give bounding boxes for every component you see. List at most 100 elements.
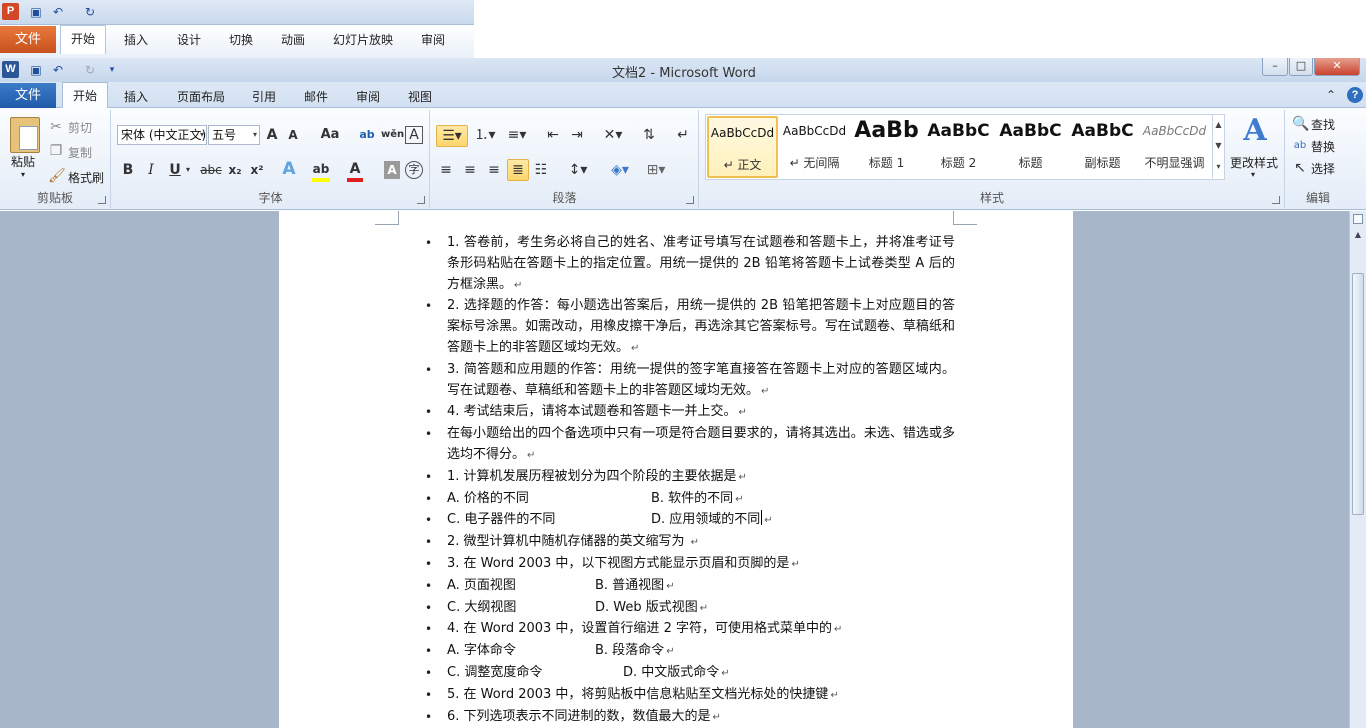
underline-dropdown-icon[interactable]: ▾ [183,161,193,179]
justify-button[interactable]: ≣ [507,159,529,181]
word-icon[interactable]: W [2,61,19,78]
ppt-tab-insert[interactable]: 插入 [124,31,148,48]
change-styles-icon[interactable]: A [1238,114,1272,148]
format-painter-icon[interactable]: 🖌 [48,167,66,185]
bold-button[interactable]: B [120,161,136,179]
document-paragraph[interactable]: • C. 电子器件的不同 D. 应用领域的不同 ↵ [425,510,955,532]
paste-icon[interactable] [10,117,40,153]
document-paragraph[interactable]: • A. 页面视图 B. 普通视图 ↵ [425,576,955,598]
gallery-up-icon[interactable]: ▲ [1212,115,1224,136]
tab-references[interactable]: 引用 [252,88,276,105]
change-styles-dropdown-icon[interactable]: ▾ [1251,170,1255,179]
replace-icon[interactable]: ab [1292,137,1308,155]
enclose-characters-button[interactable]: 字 [405,161,423,179]
ppt-tab-transitions[interactable]: 切换 [229,31,253,48]
redo-icon[interactable]: ↻ [82,4,98,20]
bullets-button[interactable]: ☰▾ [436,125,468,147]
document-page[interactable]: • 1. 答卷前，考生务必将自己的姓名、准考证号填写在试题卷和答题卡上，并将准考证… [279,211,1073,728]
copy-button[interactable]: 复制 [68,144,92,161]
ppt-file-tab[interactable]: 文件 [0,26,56,53]
select-icon[interactable]: ↖ [1292,159,1308,177]
replace-button[interactable]: 替换 [1311,138,1335,155]
style-no-spacing[interactable]: AaBbCcDd ↵ 无间隔 [779,116,850,178]
font-color-button[interactable]: A [347,160,363,182]
file-tab[interactable]: 文件 [0,83,56,108]
document-paragraph[interactable]: • C. 调整宽度命令 D. 中文版式命令 ↵ [425,663,955,685]
distributed-button[interactable]: ☷ [532,161,550,179]
align-left-button[interactable]: ≡ [437,161,455,179]
document-paragraph[interactable]: • 1. 计算机发展历程被划分为四个阶段的主要依据是 ↵ [425,467,955,489]
document-paragraph[interactable]: • 6. 下列选项表示不同进制的数，数值最大的是 ↵ [425,707,955,728]
style-title[interactable]: AaBbC 标题 [995,116,1066,178]
customize-toolbar-icon[interactable]: ▾ [104,62,120,78]
ppt-tab-review[interactable]: 审阅 [421,31,445,48]
italic-button[interactable]: I [143,161,159,179]
grow-font-icon[interactable]: A [264,126,280,144]
character-shading-button[interactable]: A [384,161,400,179]
show-hide-marks-button[interactable]: ↵ [673,126,693,144]
scroll-thumb[interactable] [1352,273,1364,515]
decrease-indent-button[interactable]: ⇤ [543,126,563,144]
tab-insert[interactable]: 插入 [124,88,148,105]
align-right-button[interactable]: ≡ [485,161,503,179]
sort-button[interactable]: ⇅ [639,126,659,144]
redo-icon[interactable]: ↻ [82,62,98,78]
borders-button[interactable]: ⊞▾ [641,161,671,179]
help-icon[interactable]: ? [1347,87,1363,103]
font-size-select[interactable]: 五号 ▾ [208,125,260,145]
font-name-select[interactable]: 宋体 (中文正文) ▾ [117,125,207,145]
paste-dropdown-icon[interactable]: ▾ [21,170,25,179]
cut-icon[interactable]: ✂ [48,118,64,136]
select-button[interactable]: 选择 [1311,160,1335,177]
document-paragraph[interactable]: • 1. 答卷前，考生务必将自己的姓名、准考证号填写在试题卷和答题卡上，并将准考证… [425,233,955,296]
document-paragraph[interactable]: • 在每小题给出的四个备选项中只有一项是符合题目要求的，请将其选出。未选、错选或多… [425,424,955,467]
find-icon[interactable]: 🔍 [1292,115,1309,133]
shrink-font-icon[interactable]: A [286,126,300,144]
find-button[interactable]: 查找 [1311,116,1335,133]
powerpoint-icon[interactable]: P [2,3,19,20]
superscript-button[interactable]: x² [248,161,266,179]
maximize-button[interactable]: □ [1289,58,1313,76]
tab-home[interactable]: 开始 [62,82,108,109]
tab-page-layout[interactable]: 页面布局 [177,88,225,105]
increase-indent-button[interactable]: ⇥ [567,126,587,144]
undo-icon[interactable]: ↶ [50,62,66,78]
text-effects-button[interactable]: A [280,160,298,178]
document-paragraph[interactable]: • A. 字体命令 B. 段落命令 ↵ [425,641,955,663]
minimize-button[interactable]: – [1262,58,1288,76]
shading-button[interactable]: ◈▾ [604,161,636,179]
style-normal[interactable]: AaBbCcDd ↵ 正文 [707,116,778,178]
gallery-more-icon[interactable]: ▾ [1212,157,1224,178]
document-paragraph[interactable]: • 4. 在 Word 2003 中，设置首行缩进 2 字符，可使用格式菜单中的 ↵ [425,619,955,641]
align-center-button[interactable]: ≡ [461,161,479,179]
document-body[interactable]: • 1. 答卷前，考生务必将自己的姓名、准考证号填写在试题卷和答题卡上，并将准考证… [425,233,955,728]
vertical-scrollbar[interactable]: ▲ [1349,211,1366,728]
document-paragraph[interactable]: • 2. 微型计算机中随机存储器的英文缩写为 ↵ [425,532,955,554]
tab-review[interactable]: 审阅 [356,88,380,105]
style-heading-2[interactable]: AaBbC 标题 2 [923,116,994,178]
close-button[interactable]: ✕ [1314,58,1360,76]
ppt-tab-animations[interactable]: 动画 [281,31,305,48]
styles-launcher-icon[interactable] [1272,196,1280,204]
ppt-tab-home[interactable]: 开始 [60,25,106,54]
format-painter-button[interactable]: 格式刷 [68,169,104,186]
view-ruler-button[interactable] [1353,214,1363,224]
character-border-icon[interactable]: A [405,126,423,144]
paste-button[interactable]: 粘贴 [11,153,35,170]
highlight-button[interactable]: ab [312,160,330,182]
collapse-ribbon-icon[interactable]: ⌃ [1326,88,1336,102]
gallery-down-icon[interactable]: ▼ [1212,136,1224,157]
document-paragraph[interactable]: • 4. 考试结束后，请将本试题卷和答题卡一并上交。 ↵ [425,402,955,424]
document-paragraph[interactable]: • 3. 在 Word 2003 中，以下视图方式能显示页眉和页脚的是 ↵ [425,554,955,576]
tab-mailings[interactable]: 邮件 [304,88,328,105]
document-paragraph[interactable]: • 3. 简答题和应用题的作答：用统一提供的签字笔直接答在答题卡上对应的答题区域内… [425,360,955,403]
numbering-button[interactable]: ⒈▾ [472,126,498,144]
save-icon[interactable]: ▣ [28,4,44,20]
document-paragraph[interactable]: • C. 大纲视图 D. Web 版式视图 ↵ [425,598,955,620]
document-paragraph[interactable]: • A. 价格的不同 B. 软件的不同 ↵ [425,489,955,511]
style-subtitle[interactable]: AaBbC 副标题 [1067,116,1138,178]
chinese-layout-button[interactable]: ✕▾ [598,126,628,144]
tab-view[interactable]: 视图 [408,88,432,105]
change-styles-button[interactable]: 更改样式 [1230,154,1278,171]
ppt-tab-design[interactable]: 设计 [177,31,201,48]
